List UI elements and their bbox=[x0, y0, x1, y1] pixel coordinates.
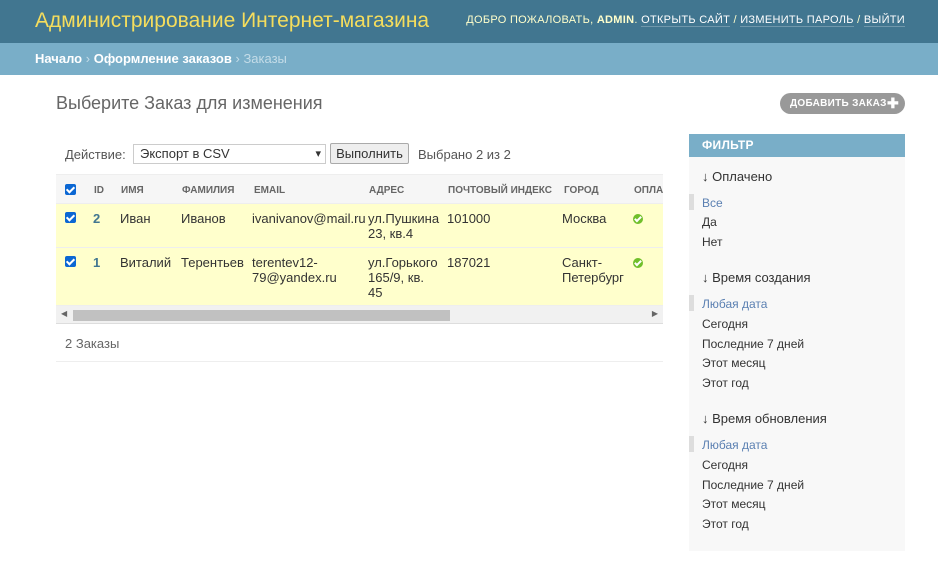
view-site-link[interactable]: Открыть сайт bbox=[641, 14, 731, 27]
site-branding[interactable]: Администрирование Интернет-магазина bbox=[35, 9, 429, 33]
check-circle-icon bbox=[633, 258, 643, 268]
select-all-checkbox[interactable] bbox=[65, 184, 76, 195]
filter-option-last-7-days[interactable]: Последние 7 дней bbox=[702, 478, 804, 492]
filter-selected-marker bbox=[689, 194, 694, 210]
column-header-address[interactable]: Адрес bbox=[369, 185, 404, 196]
column-header-paid[interactable]: Оплачено bbox=[634, 185, 663, 196]
filter-option-no[interactable]: Нет bbox=[702, 235, 722, 249]
breadcrumb-separator: › bbox=[85, 51, 91, 66]
username: admin bbox=[596, 14, 635, 26]
horizontal-scrollbar[interactable]: ◀ ▶ bbox=[56, 306, 663, 324]
filter-sidebar: Фильтр ↓ Оплачено Все Да Нет ↓ Время соз… bbox=[689, 134, 905, 551]
scroll-left-arrow-icon[interactable]: ◀ bbox=[61, 309, 67, 318]
table-row[interactable]: 2 Иван Иванов ivanivanov@mail.ru ул.Пушк… bbox=[56, 204, 663, 248]
postal-code-cell: 187021 bbox=[447, 255, 491, 270]
filter-option-today[interactable]: Сегодня bbox=[702, 458, 748, 472]
row-checkbox[interactable] bbox=[65, 212, 76, 223]
breadcrumb-separator: › bbox=[235, 51, 240, 66]
breadcrumb-home-link[interactable]: Начало bbox=[35, 51, 82, 66]
add-order-button[interactable]: Добавить Заказ ✚ bbox=[780, 93, 905, 114]
table-header: ID Имя Фамилия Email Адрес Почтовый инде… bbox=[56, 174, 663, 204]
filter-heading-created: ↓ Время создания bbox=[702, 270, 811, 285]
city-cell: Москва bbox=[562, 211, 607, 226]
add-order-button-label: Добавить Заказ bbox=[790, 98, 887, 109]
address-cell: ул.Пушкина bbox=[368, 211, 440, 226]
row-checkbox[interactable] bbox=[65, 256, 76, 267]
last-name-cell: Иванов bbox=[181, 211, 226, 226]
address-cell: 165/9, кв. bbox=[368, 270, 424, 285]
filter-option-any-date[interactable]: Любая дата bbox=[702, 438, 767, 452]
changelist: Действие: Экспорт в CSV ▾ Выполнить Выбр… bbox=[56, 134, 663, 363]
address-cell: 23, кв.4 bbox=[368, 226, 414, 241]
logout-link[interactable]: Выйти bbox=[863, 14, 905, 27]
page-title: Выберите Заказ для изменения bbox=[56, 93, 323, 113]
column-header-email[interactable]: Email bbox=[254, 185, 285, 196]
filter-option-this-month[interactable]: Этот месяц bbox=[702, 356, 766, 370]
header: Администрирование Интернет-магазина Добр… bbox=[0, 0, 938, 43]
email-cell: terentev12- bbox=[252, 255, 318, 270]
city-cell: Петербург bbox=[562, 270, 624, 285]
first-name-cell: Виталий bbox=[120, 255, 172, 270]
filter-option-all[interactable]: Все bbox=[702, 196, 723, 210]
run-action-button[interactable]: Выполнить bbox=[330, 143, 409, 164]
filter-option-yes[interactable]: Да bbox=[702, 215, 717, 229]
filter-option-this-year[interactable]: Этот год bbox=[702, 517, 749, 531]
order-id-link[interactable]: 2 bbox=[93, 211, 100, 226]
filter-option-today[interactable]: Сегодня bbox=[702, 317, 748, 331]
welcome-text: Добро пожаловать, bbox=[466, 14, 594, 26]
scrollbar-thumb[interactable] bbox=[73, 310, 450, 321]
actions-bar: Действие: Экспорт в CSV ▾ Выполнить Выбр… bbox=[56, 134, 663, 174]
filter-option-last-7-days[interactable]: Последние 7 дней bbox=[702, 337, 804, 351]
address-cell: ул.Горького bbox=[368, 255, 438, 270]
scroll-right-arrow-icon[interactable]: ▶ bbox=[652, 309, 658, 318]
breadcrumb-current: Заказы bbox=[243, 51, 287, 66]
action-select-value: Экспорт в CSV bbox=[140, 146, 230, 161]
column-header-first-name[interactable]: Имя bbox=[121, 185, 144, 196]
order-id-link[interactable]: 1 bbox=[93, 255, 100, 270]
breadcrumb: Начало › Оформление заказов › Заказы bbox=[0, 43, 938, 75]
selection-counter: Выбрано 2 из 2 bbox=[418, 147, 511, 162]
column-header-city[interactable]: Город bbox=[564, 185, 599, 196]
result-count: 2 Заказы bbox=[65, 336, 120, 351]
filter-heading-updated: ↓ Время обновления bbox=[702, 411, 827, 426]
check-circle-icon bbox=[633, 214, 643, 224]
chevron-down-icon: ▾ bbox=[315, 148, 321, 160]
postal-code-cell: 101000 bbox=[447, 211, 491, 226]
filter-option-this-month[interactable]: Этот месяц bbox=[702, 497, 766, 511]
action-select[interactable]: Экспорт в CSV ▾ bbox=[133, 144, 326, 164]
column-header-last-name[interactable]: Фамилия bbox=[182, 185, 234, 196]
filter-option-any-date[interactable]: Любая дата bbox=[702, 297, 767, 311]
filter-title: Фильтр bbox=[689, 134, 905, 157]
user-tools: Добро пожаловать, admin. Открыть сайт / … bbox=[466, 14, 905, 27]
first-name-cell: Иван bbox=[120, 211, 151, 226]
column-header-postal-code[interactable]: Почтовый индекс bbox=[448, 185, 552, 196]
filter-selected-marker bbox=[689, 295, 694, 311]
email-cell: ivanivanov@mail.ru bbox=[252, 211, 366, 226]
address-cell: 45 bbox=[368, 285, 383, 300]
city-cell: Санкт- bbox=[562, 255, 603, 270]
filter-selected-marker bbox=[689, 436, 694, 452]
filter-heading-paid: ↓ Оплачено bbox=[702, 169, 773, 184]
plus-icon: ✚ bbox=[886, 95, 899, 111]
last-name-cell: Терентьев bbox=[181, 255, 244, 270]
email-cell: 79@yandex.ru bbox=[252, 270, 337, 285]
column-header-id[interactable]: ID bbox=[94, 185, 104, 196]
breadcrumb-app-link[interactable]: Оформление заказов bbox=[94, 51, 232, 66]
paginator: 2 Заказы bbox=[56, 324, 663, 362]
filter-option-this-year[interactable]: Этот год bbox=[702, 376, 749, 390]
table-row[interactable]: 1 Виталий Терентьев terentev12- 79@yande… bbox=[56, 248, 663, 306]
change-password-link[interactable]: Изменить пароль bbox=[740, 14, 854, 27]
action-label: Действие: bbox=[65, 147, 126, 162]
